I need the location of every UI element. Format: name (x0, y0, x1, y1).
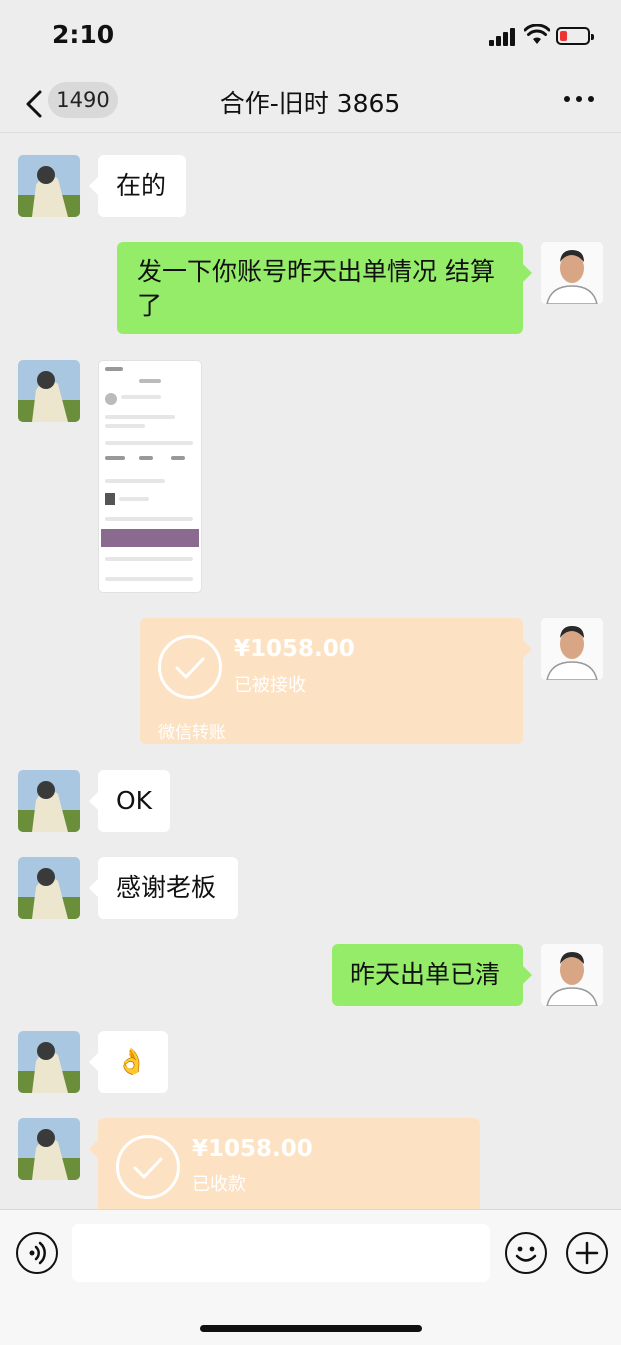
message-bubble[interactable]: 在的 (89, 155, 186, 217)
transfer-amount: ¥1058.00 (192, 1136, 313, 1162)
message-bubble[interactable]: 感谢老板 (89, 857, 238, 919)
image-message[interactable] (98, 360, 202, 593)
self-avatar[interactable] (541, 944, 603, 1006)
contact-avatar[interactable] (18, 155, 80, 217)
unread-count-badge[interactable]: 1490 (48, 82, 118, 118)
transfer-status: 已被接收 (234, 675, 306, 696)
battery-icon (556, 27, 594, 45)
message-input[interactable] (72, 1224, 490, 1282)
chevron-left-icon (26, 90, 42, 118)
transfer-card[interactable]: ¥1058.00 已被接收 微信转账 (140, 618, 532, 744)
contact-avatar[interactable] (18, 1118, 80, 1180)
chat-header: 1490 合作-旧时 3865 (0, 76, 621, 133)
check-circle-icon (116, 1135, 180, 1199)
transfer-status: 已收款 (192, 1174, 246, 1195)
self-avatar[interactable] (541, 618, 603, 680)
status-time: 2:10 (52, 20, 115, 49)
transfer-label: 微信转账 (158, 723, 226, 743)
contact-avatar[interactable] (18, 1031, 80, 1093)
contact-avatar[interactable] (18, 770, 80, 832)
check-circle-icon (158, 635, 222, 699)
self-avatar[interactable] (541, 242, 603, 304)
plus-icon[interactable] (566, 1232, 608, 1274)
message-bubble[interactable]: 👌 (89, 1031, 168, 1093)
status-bar: 2:10 (0, 0, 621, 76)
contact-avatar[interactable] (18, 360, 80, 422)
wifi-icon (524, 24, 550, 44)
contact-avatar[interactable] (18, 857, 80, 919)
transfer-amount: ¥1058.00 (234, 636, 355, 662)
home-indicator[interactable] (200, 1325, 422, 1332)
message-bubble[interactable]: OK (89, 770, 170, 832)
message-bubble[interactable]: 发一下你账号昨天出单情况 结算了 (117, 242, 532, 334)
message-bubble[interactable]: 昨天出单已清 (332, 944, 532, 1006)
cellular-signal-icon (489, 28, 519, 46)
more-options-icon[interactable] (562, 96, 596, 106)
transfer-card[interactable]: ¥1058.00 已收款 (89, 1118, 480, 1210)
voice-input-icon[interactable] (16, 1232, 58, 1274)
chat-title: 合作-旧时 3865 (219, 89, 401, 118)
emoji-icon[interactable] (505, 1232, 547, 1274)
back-button[interactable] (20, 84, 50, 124)
